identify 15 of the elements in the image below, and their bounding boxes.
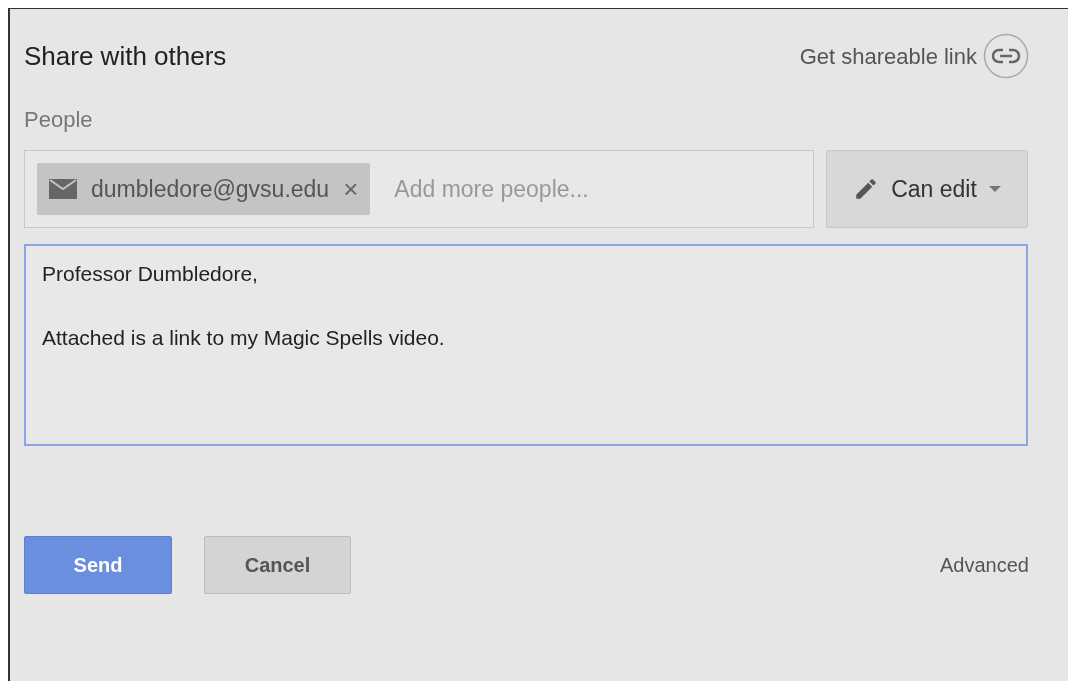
recipient-email: dumbledore@gvsu.edu (91, 174, 330, 204)
recipients-field[interactable]: dumbledore@gvsu.edu × Add more people... (24, 150, 814, 228)
people-label: People (24, 106, 94, 134)
send-button[interactable]: Send (24, 536, 172, 594)
link-icon (983, 33, 1029, 79)
mail-icon (49, 179, 77, 199)
message-field[interactable]: Professor Dumbledore, Attached is a link to my Magic Spells video. (24, 244, 1028, 446)
cancel-button[interactable]: Cancel (204, 536, 351, 594)
add-people-input[interactable]: Add more people... (394, 171, 813, 207)
advanced-link[interactable]: Advanced (940, 550, 1029, 580)
caret-icon (988, 186, 1001, 192)
dialog-title: Share with others (24, 39, 227, 73)
permission-dropdown[interactable]: Can edit (826, 150, 1028, 228)
remove-recipient-button[interactable]: × (343, 176, 359, 202)
shareable-link-button[interactable]: Get shareable link (799, 33, 1029, 79)
